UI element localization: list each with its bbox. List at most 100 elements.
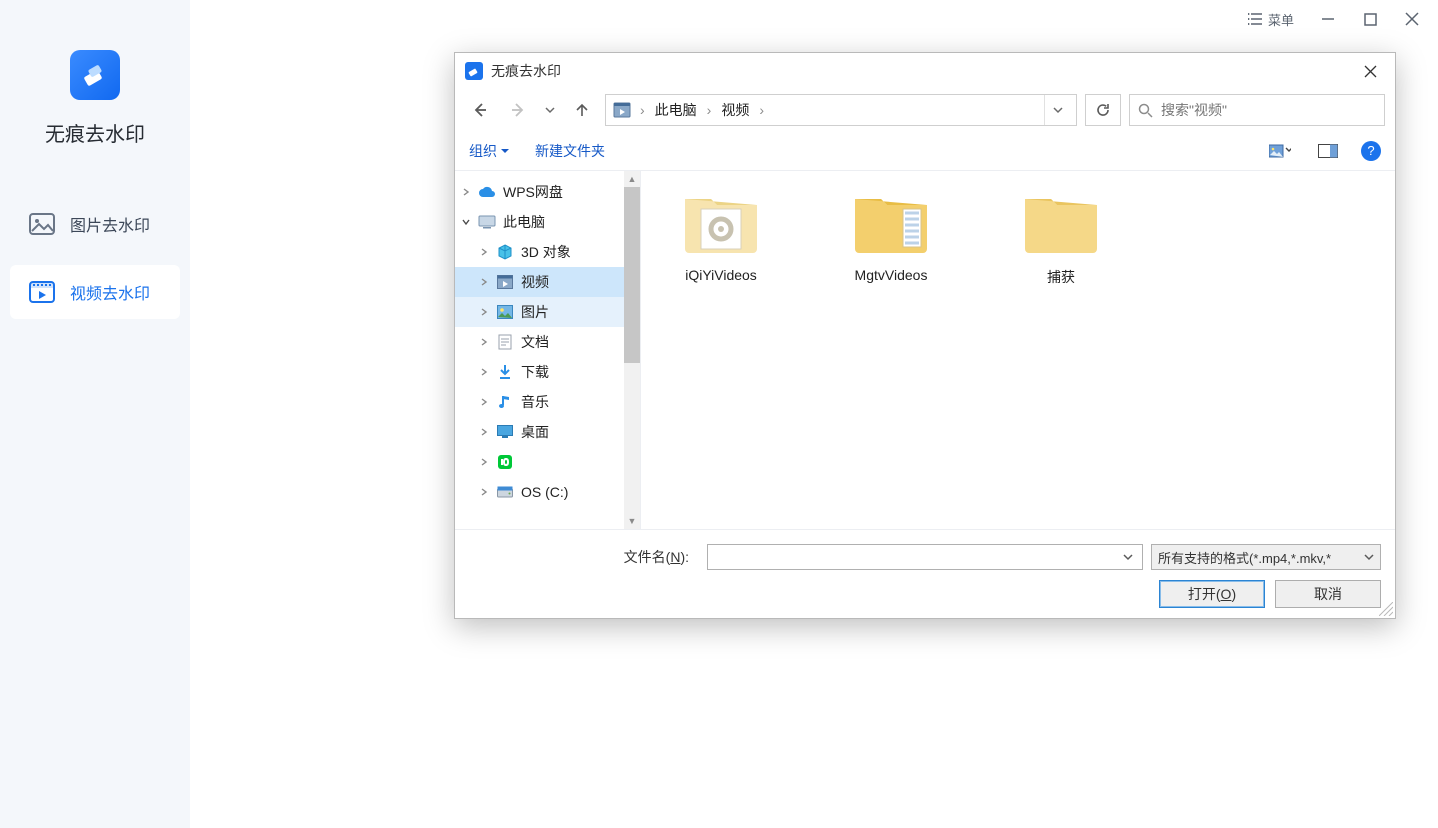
filename-input[interactable] (707, 544, 1143, 570)
refresh-button[interactable] (1085, 94, 1121, 126)
new-folder-label: 新建文件夹 (535, 141, 605, 161)
dialog-title: 无痕去水印 (491, 61, 561, 81)
address-bar[interactable]: › 此电脑 › 视频 › (605, 94, 1077, 126)
tree-item[interactable]: 图片 (455, 297, 640, 327)
scroll-down-icon[interactable]: ▼ (624, 513, 640, 529)
tree-item[interactable]: WPS网盘 (455, 177, 640, 207)
cube-icon (495, 243, 515, 261)
tree-item[interactable]: 3D 对象 (455, 237, 640, 267)
breadcrumb-separator: › (638, 102, 647, 118)
system-folder-icon (679, 185, 763, 259)
view-mode-button[interactable] (1265, 140, 1295, 162)
nav-up-button[interactable] (567, 95, 597, 125)
resize-grip-icon[interactable] (1379, 602, 1393, 616)
scroll-up-icon[interactable]: ▲ (624, 171, 640, 187)
file-list[interactable]: iQiYiVideos MgtvVideos 捕获 (641, 171, 1395, 529)
tree-caret-icon[interactable] (479, 338, 489, 346)
dialog-title-group: 无痕去水印 (465, 61, 561, 81)
tree-caret-icon[interactable] (479, 368, 489, 376)
tree-item-label: OS (C:) (521, 484, 568, 500)
tree-item-label: 桌面 (521, 422, 549, 442)
tree-item-label: 图片 (521, 302, 549, 322)
folder-icon (1019, 185, 1103, 259)
tree-caret-icon[interactable] (479, 458, 489, 466)
video-library-icon (612, 100, 632, 120)
tree-item[interactable]: 下载 (455, 357, 640, 387)
file-type-combo[interactable]: 所有支持的格式(*.mp4,*.mkv,* (1151, 544, 1381, 570)
address-dropdown[interactable] (1044, 95, 1070, 125)
pc-icon (477, 213, 497, 231)
help-button[interactable]: ? (1361, 141, 1381, 161)
dialog-toolbar: 组织 新建文件夹 ? (455, 131, 1395, 171)
tree-caret-icon[interactable] (479, 428, 489, 436)
music-icon (495, 393, 515, 411)
tree-item[interactable]: OS (C:) (455, 477, 640, 507)
minimize-button[interactable] (1320, 11, 1336, 27)
dialog-body: WPS网盘此电脑 3D 对象视频图片文档下载音乐桌面 OS (C:) ▲ ▼ iQi… (455, 171, 1395, 529)
tree-item[interactable]: 此电脑 (455, 207, 640, 237)
arrow-right-icon (509, 101, 527, 119)
app-small-icon (465, 62, 483, 80)
list-icon (1248, 13, 1262, 25)
close-icon (1364, 65, 1377, 78)
video-folder-icon (849, 185, 933, 259)
tree-caret-icon[interactable] (479, 398, 489, 406)
tree-caret-icon[interactable] (461, 188, 471, 196)
tree-item[interactable]: 文档 (455, 327, 640, 357)
dialog-close-button[interactable] (1355, 56, 1385, 86)
close-button[interactable] (1404, 11, 1420, 27)
folder-item-iqiyi[interactable]: iQiYiVideos (661, 185, 781, 283)
scrollbar-thumb[interactable] (624, 187, 640, 363)
nav-back-button[interactable] (465, 95, 495, 125)
tree-item-label: WPS网盘 (503, 182, 563, 202)
cancel-label: 取消 (1314, 584, 1342, 604)
new-folder-button[interactable]: 新建文件夹 (535, 141, 605, 161)
tree-scrollbar[interactable]: ▲ ▼ (624, 171, 640, 529)
app-logo (70, 50, 120, 100)
window-titlebar: 菜单 (190, 0, 1438, 38)
tree-item[interactable] (455, 447, 640, 477)
tree-caret-icon[interactable] (479, 248, 489, 256)
tree-item[interactable]: 音乐 (455, 387, 640, 417)
tree-item[interactable]: 视频 (455, 267, 640, 297)
question-icon: ? (1367, 143, 1374, 158)
search-box[interactable] (1129, 94, 1385, 126)
maximize-icon (1364, 13, 1377, 26)
breadcrumb-this-pc[interactable]: 此电脑 (649, 98, 703, 122)
breadcrumb-separator: › (705, 102, 714, 118)
tree-item-label: 此电脑 (503, 212, 545, 232)
nav-forward-button[interactable] (503, 95, 533, 125)
search-icon (1138, 103, 1153, 118)
maximize-button[interactable] (1362, 11, 1378, 27)
breadcrumb-separator: › (757, 102, 766, 118)
video-icon (495, 273, 515, 291)
open-button[interactable]: 打开(O) (1159, 580, 1265, 608)
preview-pane-button[interactable] (1313, 140, 1343, 162)
tree-caret-icon[interactable] (479, 308, 489, 316)
tree-item-label: 文档 (521, 332, 549, 352)
iqiyi-icon (495, 453, 515, 471)
sidebar-item-image-watermark[interactable]: 图片去水印 (10, 197, 180, 251)
arrow-up-icon (574, 102, 590, 118)
organize-label: 组织 (469, 141, 497, 161)
sidebar-item-video-watermark[interactable]: 视频去水印 (10, 265, 180, 319)
nav-recent-button[interactable] (541, 95, 559, 125)
tree-caret-icon[interactable] (479, 488, 489, 496)
chevron-down-icon (1364, 552, 1374, 562)
tree-item-label: 音乐 (521, 392, 549, 412)
organize-menu[interactable]: 组织 (469, 141, 509, 161)
folder-item-mgtv[interactable]: MgtvVideos (831, 185, 951, 283)
dialog-titlebar[interactable]: 无痕去水印 (455, 53, 1395, 89)
menu-button[interactable]: 菜单 (1248, 10, 1294, 29)
search-input[interactable] (1161, 102, 1376, 118)
folder-item-capture[interactable]: 捕获 (1001, 185, 1121, 287)
tree-caret-icon[interactable] (461, 218, 471, 226)
filename-dropdown[interactable] (1118, 545, 1138, 569)
breadcrumb-videos[interactable]: 视频 (715, 98, 755, 122)
app-title: 无痕去水印 (45, 118, 145, 147)
chevron-down-icon (545, 105, 555, 115)
tree-caret-icon[interactable] (479, 278, 489, 286)
tree-item[interactable]: 桌面 (455, 417, 640, 447)
sidebar: 无痕去水印 图片去水印 视频去水印 (0, 0, 190, 828)
cancel-button[interactable]: 取消 (1275, 580, 1381, 608)
